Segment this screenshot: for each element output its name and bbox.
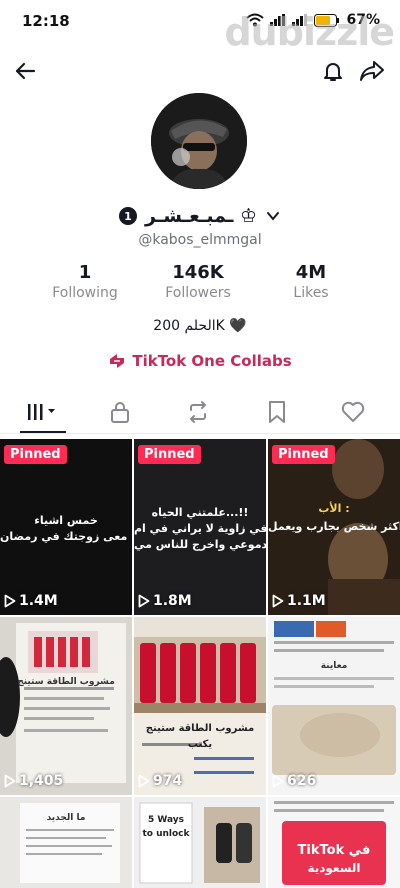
username: ـمبـعـشـر ♔ [144, 205, 257, 227]
video-thumbnail [268, 617, 400, 795]
view-count-value: 974 [153, 773, 183, 789]
tab-liked[interactable] [328, 394, 378, 430]
video-tile-4[interactable]: مشروب الطاقة ستينج 1,405 [0, 617, 132, 795]
avatar-photo [151, 93, 247, 189]
tiktok-one-collabs-link[interactable]: TikTok One Collabs [0, 352, 400, 370]
video-caption-line: ج دموعي واخرج للناس مي [134, 538, 266, 551]
video-caption-line: to unlock [142, 829, 190, 839]
username-badge: 1 [118, 207, 137, 225]
profile-bio: الحلم 200K 🖤 [153, 318, 247, 334]
video-tile-7[interactable]: ما الجديد [0, 797, 132, 888]
bookmark-icon [269, 401, 285, 423]
video-thumbnail [134, 797, 266, 888]
video-caption-line: يكتب [187, 739, 213, 750]
stat-followers[interactable]: 146K Followers [143, 262, 253, 301]
view-count-value: 1.4M [19, 593, 58, 609]
following-label: Following [52, 285, 118, 301]
video-tile-2[interactable]: Pinned علمتني الحياه...!! كي في زاوية لا… [134, 439, 266, 615]
play-icon [272, 774, 284, 788]
play-icon [4, 594, 16, 608]
play-icon [4, 774, 16, 788]
profile-tabs [0, 390, 400, 434]
likes-count: 4M [295, 262, 327, 283]
view-count-value: 1,405 [19, 773, 64, 789]
profile-handle: @kabos_elmmgal [138, 232, 262, 248]
video-caption-line: مشروب الطاقة ستينج [17, 677, 115, 687]
video-thumbnail [134, 617, 266, 795]
video-caption-line: كي في زاوية لا يراني في ام [134, 522, 266, 535]
repost-icon [190, 401, 206, 423]
share-button[interactable] [357, 56, 387, 86]
collabs-icon [110, 354, 125, 368]
view-count: 1.8M [138, 593, 192, 609]
view-count-value: 1.8M [153, 593, 192, 609]
video-caption-line: علمتني الحياه...!! [151, 506, 249, 519]
play-icon [272, 594, 284, 608]
collabs-label: TikTok One Collabs [132, 352, 292, 370]
video-tile-8[interactable]: 5 Ways to unlock [134, 797, 266, 888]
video-caption-line: 5 Ways [147, 815, 185, 825]
view-count: 1,405 [4, 773, 63, 789]
pinned-badge: Pinned [272, 445, 335, 464]
video-caption-line: مشروب الطاقة ستينج [145, 723, 255, 734]
video-tile-9[interactable]: TikTok في السعودية [268, 797, 400, 888]
video-caption-line: خمس اشياء [34, 514, 98, 527]
play-icon [138, 774, 150, 788]
video-grid-icon [28, 404, 55, 420]
video-tile-6[interactable]: معاينة 626 [268, 617, 400, 795]
followers-count: 146K [172, 262, 224, 283]
video-tile-3[interactable]: Pinned الأب : نا اكثر شخص بجارب ويعمل 1.… [268, 439, 400, 615]
video-caption-line: نا اكثر شخص بجارب ويعمل [268, 520, 400, 533]
profile-stats: 1 Following 146K Followers 4M Likes [0, 262, 400, 306]
view-count: 1.4M [4, 593, 58, 609]
following-count: 1 [78, 262, 92, 283]
view-count-value: 626 [287, 773, 317, 789]
video-tile-5[interactable]: مشروب الطاقة ستينج يكتب 974 [134, 617, 266, 795]
view-count: 974 [138, 773, 182, 789]
tab-private[interactable] [95, 394, 145, 430]
video-caption-line: ان تعطلها معى زوجتك في رمضان [0, 530, 132, 543]
arrow-left-icon [15, 62, 36, 80]
video-thumbnail [0, 617, 132, 795]
top-nav [0, 50, 400, 90]
notifications-button[interactable] [318, 56, 348, 86]
pinned-badge: Pinned [4, 445, 67, 464]
active-tab-indicator [20, 431, 66, 433]
back-button[interactable] [10, 56, 40, 86]
play-icon [138, 594, 150, 608]
video-grid: Pinned خمس اشياء ان تعطلها معى زوجتك في … [0, 439, 400, 888]
video-caption-line: السعودية [307, 861, 361, 875]
dubizzle-watermark: dubizzle [224, 10, 395, 54]
video-tile-1[interactable]: Pinned خمس اشياء ان تعطلها معى زوجتك في … [0, 439, 132, 615]
stat-following[interactable]: 1 Following [30, 262, 140, 301]
tab-reposts[interactable] [173, 394, 223, 430]
followers-label: Followers [165, 285, 231, 301]
likes-label: Likes [293, 285, 329, 301]
video-caption-line: معاينة [320, 661, 348, 671]
lock-icon [111, 402, 129, 423]
view-count: 1.1M [272, 593, 326, 609]
heart-icon [341, 401, 365, 422]
avatar[interactable] [151, 93, 247, 189]
view-count: 626 [272, 773, 316, 789]
status-time: 12:18 [22, 12, 70, 30]
share-arrow-icon [360, 61, 384, 81]
video-caption-line: ما الجديد [46, 813, 86, 823]
chevron-down-icon[interactable] [265, 208, 281, 224]
username-row[interactable]: 1 ـمبـعـشـر ♔ [0, 205, 400, 227]
bell-icon [324, 63, 342, 81]
video-caption-line: TikTok في [297, 843, 371, 858]
pinned-badge: Pinned [138, 445, 201, 464]
video-caption-line: الأب : [318, 502, 350, 515]
tab-videos[interactable] [18, 394, 68, 430]
tab-favorites[interactable] [252, 394, 302, 430]
stat-likes[interactable]: 4M Likes [256, 262, 366, 301]
view-count-value: 1.1M [287, 593, 326, 609]
